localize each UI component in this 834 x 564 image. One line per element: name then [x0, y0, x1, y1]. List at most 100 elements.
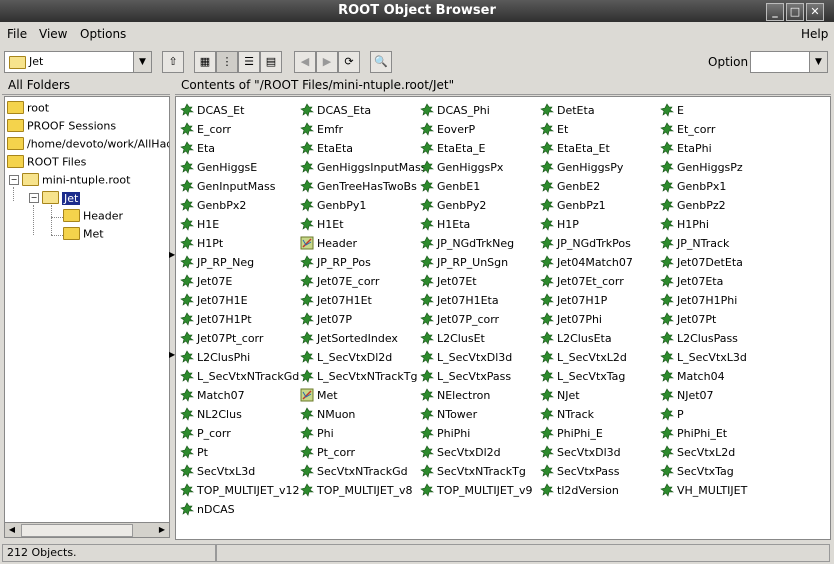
list-item[interactable]: GenbPy2 — [420, 196, 486, 215]
scroll-thumb[interactable] — [21, 524, 133, 537]
list-item[interactable]: nDCAS — [180, 500, 235, 519]
folder-tree[interactable]: root PROOF Sessions /home/devoto/work/Al… — [4, 96, 170, 524]
chevron-down-icon[interactable]: ▼ — [133, 52, 151, 72]
list-item[interactable]: JetSortedIndex — [300, 329, 398, 348]
list-item[interactable]: NL2Clus — [180, 405, 242, 424]
list-item[interactable]: SecVtxNTrackTg — [420, 462, 526, 481]
list-item[interactable]: Jet07Pt — [660, 310, 716, 329]
contents-list[interactable]: DCAS_Et DCAS_Eta DCAS_Phi DetEta E E_corr Emfr… — [175, 96, 831, 540]
list-item[interactable]: P_corr — [180, 424, 231, 443]
list-item[interactable]: JP_RP_Pos — [300, 253, 371, 272]
list-item[interactable]: Jet07P_corr — [420, 310, 499, 329]
list-item[interactable]: Jet07Eta — [660, 272, 723, 291]
list-item[interactable]: Jet07H1Phi — [660, 291, 737, 310]
tree-node-jet[interactable]: − Jet — [29, 190, 81, 207]
list-item[interactable]: E_corr — [180, 120, 231, 139]
list-item[interactable]: H1Eta — [420, 215, 470, 234]
details-view-button[interactable]: ▤ — [260, 51, 282, 73]
list-item[interactable]: SecVtxL3d — [180, 462, 255, 481]
menu-help[interactable]: Help — [801, 27, 828, 41]
minimize-button[interactable]: _ — [766, 3, 784, 21]
list-item[interactable]: Jet07H1E — [180, 291, 248, 310]
list-item[interactable]: NElectron — [420, 386, 490, 405]
list-item[interactable]: DCAS_Phi — [420, 101, 490, 120]
list-item[interactable]: SecVtxDl3d — [540, 443, 621, 462]
large-icons-button[interactable]: ▦ — [194, 51, 216, 73]
list-item[interactable]: TOP_MULTIJET_v12 — [180, 481, 300, 500]
list-item[interactable]: GenbE2 — [540, 177, 600, 196]
collapse-icon[interactable]: − — [29, 193, 39, 203]
parent-folder-button[interactable]: ⇧ — [162, 51, 184, 73]
list-item[interactable]: Jet07H1Pt — [180, 310, 252, 329]
list-item[interactable]: Header — [300, 234, 357, 253]
list-item[interactable]: EtaPhi — [660, 139, 712, 158]
list-item[interactable]: PhiPhi — [420, 424, 470, 443]
list-item[interactable]: L2ClusEt — [420, 329, 485, 348]
list-item[interactable]: Match04 — [660, 367, 725, 386]
list-item[interactable]: Jet07P — [300, 310, 352, 329]
list-item[interactable]: Pt_corr — [300, 443, 355, 462]
list-item[interactable]: GenbE1 — [420, 177, 480, 196]
list-item[interactable]: H1P — [540, 215, 579, 234]
list-item[interactable]: Jet07H1Eta — [420, 291, 499, 310]
list-item[interactable]: GenbPz2 — [660, 196, 726, 215]
list-item[interactable]: NJet07 — [660, 386, 714, 405]
list-item[interactable]: JP_NTrack — [660, 234, 729, 253]
list-item[interactable]: GenTreeHasTwoBs — [300, 177, 417, 196]
list-item[interactable]: TOP_MULTIJET_v9 — [420, 481, 533, 500]
list-item[interactable]: Et — [540, 120, 568, 139]
list-item[interactable]: L_SecVtxL3d — [660, 348, 747, 367]
list-item[interactable]: NTrack — [540, 405, 594, 424]
option-combo[interactable]: ▼ — [750, 51, 828, 73]
list-item[interactable]: Jet04Match07 — [540, 253, 633, 272]
list-item[interactable]: PhiPhi_Et — [660, 424, 727, 443]
list-item[interactable]: JP_RP_Neg — [180, 253, 254, 272]
list-item[interactable]: GenbPx1 — [660, 177, 726, 196]
maximize-button[interactable]: □ — [786, 3, 804, 21]
list-item[interactable]: H1Phi — [660, 215, 709, 234]
list-item[interactable]: TOP_MULTIJET_v8 — [300, 481, 413, 500]
list-item[interactable]: GenbPz1 — [540, 196, 606, 215]
menu-view[interactable]: View — [39, 27, 67, 41]
list-item[interactable]: PhiPhi_E — [540, 424, 603, 443]
list-item[interactable]: DCAS_Et — [180, 101, 244, 120]
list-item[interactable]: EoverP — [420, 120, 475, 139]
list-item[interactable]: H1Pt — [180, 234, 223, 253]
tree-horizontal-scrollbar[interactable]: ◀ ▶ — [4, 522, 170, 538]
list-item[interactable]: GenHiggsPz — [660, 158, 743, 177]
list-item[interactable]: L2ClusPhi — [180, 348, 250, 367]
list-item[interactable]: Jet07H1Et — [300, 291, 372, 310]
list-item[interactable]: SecVtxTag — [660, 462, 734, 481]
list-item[interactable]: L_SecVtxPass — [420, 367, 511, 386]
list-item[interactable]: JP_RP_UnSgn — [420, 253, 508, 272]
list-item[interactable]: SecVtxL2d — [660, 443, 735, 462]
list-item[interactable]: GenHiggsPx — [420, 158, 503, 177]
list-item[interactable]: NTower — [420, 405, 477, 424]
list-item[interactable]: Jet07DetEta — [660, 253, 743, 272]
list-item[interactable]: Et_corr — [660, 120, 715, 139]
list-item[interactable]: P — [660, 405, 684, 424]
path-combo[interactable]: Jet ▼ — [4, 51, 152, 73]
list-item[interactable]: JP_NGdTrkNeg — [420, 234, 514, 253]
list-item[interactable]: Jet07Et_corr — [540, 272, 624, 291]
list-item[interactable]: GenHiggsPy — [540, 158, 623, 177]
list-item[interactable]: DetEta — [540, 101, 595, 120]
list-item[interactable]: VH_MULTIJET — [660, 481, 747, 500]
scroll-left-icon[interactable]: ◀ — [6, 524, 18, 535]
list-item[interactable]: Jet07Phi — [540, 310, 602, 329]
tree-node-root-files[interactable]: ROOT Files — [7, 154, 86, 171]
tree-node-proof[interactable]: PROOF Sessions — [7, 118, 116, 135]
list-item[interactable]: L2ClusEta — [540, 329, 612, 348]
forward-button[interactable]: ▶ — [316, 51, 338, 73]
list-item[interactable]: Phi — [300, 424, 334, 443]
tree-node-header[interactable]: Header — [63, 208, 123, 225]
tree-node-mini-ntuple[interactable]: − mini-ntuple.root — [9, 172, 130, 189]
list-item[interactable]: tl2dVersion — [540, 481, 619, 500]
list-item[interactable]: SecVtxNTrackGd — [300, 462, 408, 481]
small-icons-button[interactable]: ⋮ — [216, 51, 238, 73]
chevron-down-icon[interactable]: ▼ — [809, 52, 827, 72]
refresh-button[interactable]: ⟳ — [338, 51, 360, 73]
back-button[interactable]: ◀ — [294, 51, 316, 73]
list-item[interactable]: Emfr — [300, 120, 343, 139]
list-item[interactable]: Jet07E — [180, 272, 232, 291]
